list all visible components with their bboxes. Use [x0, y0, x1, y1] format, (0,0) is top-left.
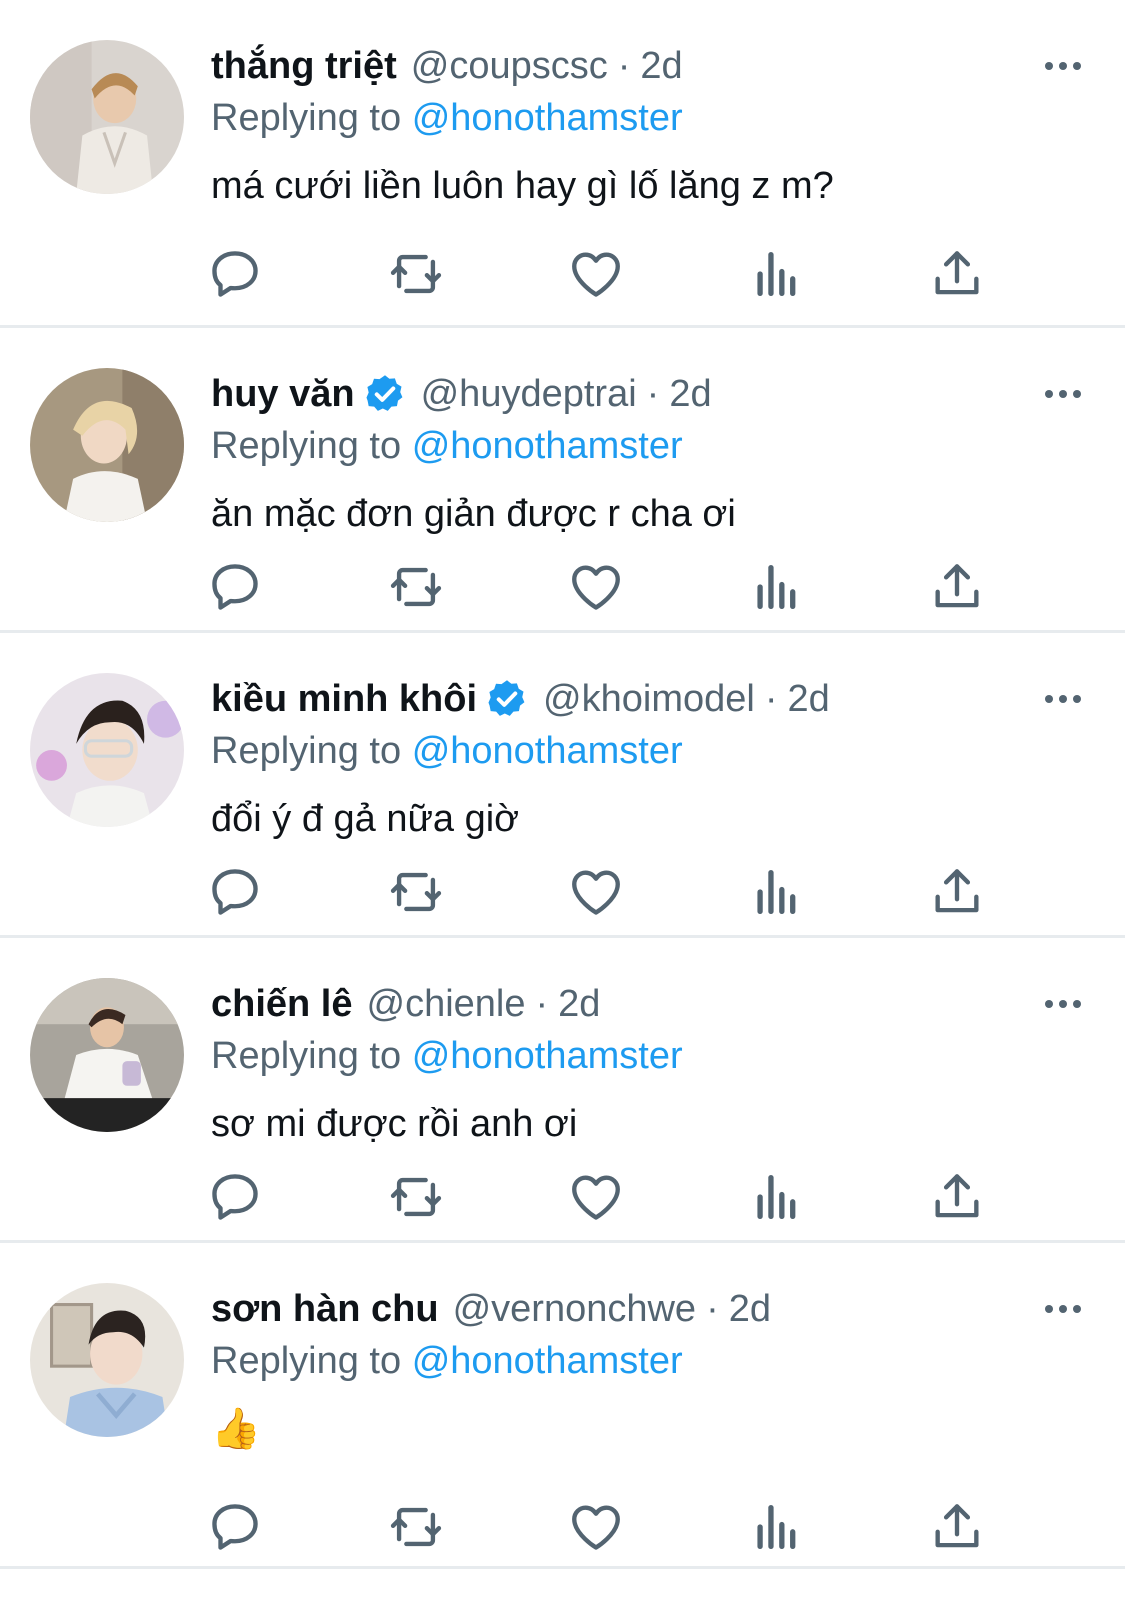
author-handle[interactable]: @khoimodel: [543, 673, 755, 725]
avatar[interactable]: [30, 1283, 184, 1437]
replying-label: Replying to: [211, 730, 402, 772]
more-options-icon[interactable]: [1043, 56, 1083, 76]
replying-to: Replying to @honothamster: [211, 1335, 1085, 1387]
share-icon[interactable]: [928, 863, 986, 921]
views-icon[interactable]: [748, 1498, 806, 1556]
timestamp[interactable]: 2d: [558, 978, 600, 1030]
tweet-text: ăn mặc đơn giản được r cha ơi: [211, 493, 736, 535]
mention-link[interactable]: @honothamster: [412, 97, 683, 139]
mention-link[interactable]: @honothamster: [412, 730, 683, 772]
views-icon[interactable]: [748, 863, 806, 921]
replying-to: Replying to @honothamster: [211, 420, 1085, 472]
author-name[interactable]: sơn hàn chu: [211, 1283, 439, 1335]
replying-label: Replying to: [211, 425, 402, 467]
tweet-text: 👍: [211, 1407, 261, 1451]
avatar[interactable]: [30, 978, 184, 1132]
separator: ·: [617, 45, 631, 87]
like-icon[interactable]: [567, 558, 625, 616]
replying-to: Replying to @honothamster: [211, 1030, 1085, 1082]
views-icon[interactable]: [748, 558, 806, 616]
like-icon[interactable]: [567, 1168, 625, 1226]
reply-icon[interactable]: [206, 245, 264, 303]
reply-icon[interactable]: [206, 1498, 264, 1556]
author-name[interactable]: thắng triệt: [211, 40, 397, 92]
author-name[interactable]: kiều minh khôi: [211, 673, 477, 725]
share-icon[interactable]: [928, 1498, 986, 1556]
tweet-actions: [206, 245, 986, 305]
tweet[interactable]: kiều minh khôi @khoimodel · 2d Replying …: [0, 633, 1125, 938]
share-icon[interactable]: [928, 245, 986, 303]
mention-link[interactable]: @honothamster: [412, 1035, 683, 1077]
mention-link[interactable]: @honothamster: [412, 425, 683, 467]
timestamp[interactable]: 2d: [788, 673, 830, 725]
more-options-icon[interactable]: [1043, 1299, 1083, 1319]
separator: ·: [706, 1288, 719, 1330]
author-name[interactable]: chiến lê: [211, 978, 353, 1030]
timestamp[interactable]: 2d: [729, 1283, 771, 1335]
views-icon[interactable]: [748, 245, 806, 303]
retweet-icon[interactable]: [387, 1168, 445, 1226]
like-icon[interactable]: [567, 245, 625, 303]
separator: ·: [535, 983, 549, 1025]
retweet-icon[interactable]: [387, 245, 445, 303]
reply-icon[interactable]: [206, 558, 264, 616]
tweet-text: má cưới liền luôn hay gì lố lăng z m?: [211, 165, 834, 207]
retweet-icon[interactable]: [387, 558, 445, 616]
tweet[interactable]: chiến lê @chienle · 2d Replying to @hono…: [0, 938, 1125, 1243]
share-icon[interactable]: [928, 558, 986, 616]
avatar[interactable]: [30, 368, 184, 522]
author-handle[interactable]: @huydeptrai: [421, 368, 637, 420]
separator: ·: [764, 678, 778, 720]
tweet-actions: [206, 863, 986, 923]
author-name[interactable]: huy văn: [211, 368, 355, 420]
avatar[interactable]: [30, 40, 184, 194]
reply-icon[interactable]: [206, 1168, 264, 1226]
author-handle[interactable]: @vernonchwe: [453, 1283, 696, 1335]
replying-label: Replying to: [211, 1340, 402, 1382]
separator: ·: [646, 373, 660, 415]
share-icon[interactable]: [928, 1168, 986, 1226]
reply-icon[interactable]: [206, 863, 264, 921]
more-options-icon[interactable]: [1043, 384, 1083, 404]
mention-link[interactable]: @honothamster: [412, 1340, 683, 1382]
tweet-actions: [206, 1498, 986, 1558]
tweet[interactable]: thắng triệt @coupscsc · 2d Replying to @…: [0, 0, 1125, 328]
author-handle[interactable]: @coupscsc: [411, 40, 608, 92]
replying-to: Replying to @honothamster: [211, 92, 1085, 144]
timestamp[interactable]: 2d: [640, 40, 682, 92]
tweet-actions: [206, 1168, 986, 1228]
tweet-actions: [206, 558, 986, 618]
like-icon[interactable]: [567, 1498, 625, 1556]
replying-to: Replying to @honothamster: [211, 725, 1085, 777]
avatar[interactable]: [30, 673, 184, 827]
verified-badge-icon: [366, 375, 403, 411]
retweet-icon[interactable]: [387, 863, 445, 921]
retweet-icon[interactable]: [387, 1498, 445, 1556]
author-handle[interactable]: @chienle: [367, 978, 526, 1030]
tweet-text: sơ mi được rồi anh ơi: [211, 1103, 578, 1145]
tweet[interactable]: sơn hàn chu @vernonchwe · 2d Replying to…: [0, 1243, 1125, 1569]
replying-label: Replying to: [211, 97, 402, 139]
replying-label: Replying to: [211, 1035, 402, 1077]
views-icon[interactable]: [748, 1168, 806, 1226]
more-options-icon[interactable]: [1043, 994, 1083, 1014]
tweet-text: đổi ý đ gả nữa giờ: [211, 798, 520, 840]
like-icon[interactable]: [567, 863, 625, 921]
tweet[interactable]: huy văn @huydeptrai · 2d Replying to @ho…: [0, 328, 1125, 633]
reply-feed: thắng triệt @coupscsc · 2d Replying to @…: [0, 0, 1125, 1569]
more-options-icon[interactable]: [1043, 689, 1083, 709]
verified-badge-icon: [488, 680, 525, 716]
timestamp[interactable]: 2d: [669, 368, 711, 420]
